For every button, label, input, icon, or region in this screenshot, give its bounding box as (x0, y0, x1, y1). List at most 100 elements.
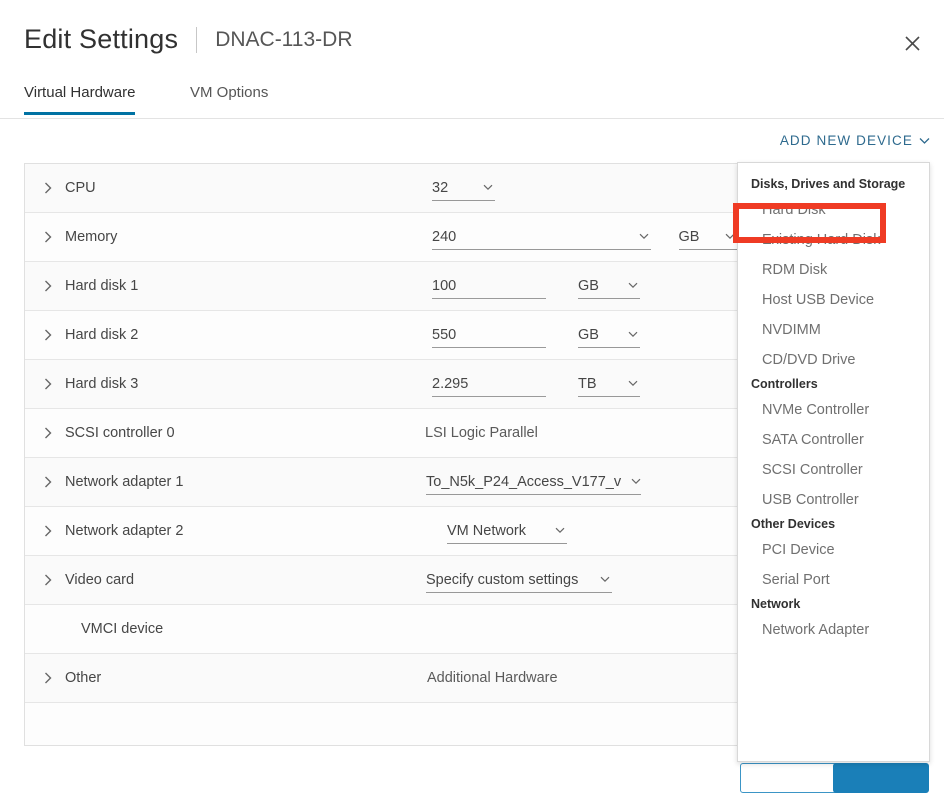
add-new-device-label: ADD NEW DEVICE (779, 133, 913, 148)
chevron-down-icon (483, 184, 493, 191)
menu-group-header-other-devices: Other Devices (751, 517, 836, 531)
row-controls: Specify custom settings (405, 556, 737, 604)
expand-chevron-icon[interactable] (42, 280, 54, 292)
tab-vm-options[interactable]: VM Options (190, 84, 268, 112)
add-new-device-menu: Disks, Drives and Storage Hard Disk Exis… (737, 162, 930, 762)
cancel-button[interactable] (740, 763, 840, 793)
menu-item-nvme-controller[interactable]: NVMe Controller (738, 395, 929, 425)
menu-item-existing-hard-disk[interactable]: Existing Hard Disk (738, 225, 929, 255)
chevron-down-icon (919, 133, 930, 148)
row-label-hard-disk-2: Hard disk 2 (65, 327, 139, 343)
table-row[interactable]: Network adapter 2 VM Network (25, 507, 737, 556)
other-value: Additional Hardware (427, 670, 558, 686)
network-adapter-1-select[interactable]: To_N5k_P24_Access_V177_v (426, 470, 641, 495)
row-controls: VM Network (405, 507, 737, 555)
hard-disk-1-unit-select[interactable]: GB (578, 274, 640, 299)
menu-item-network-adapter[interactable]: Network Adapter (738, 615, 929, 645)
cpu-value: 32 (432, 179, 449, 196)
hard-disk-2-unit-value: GB (578, 326, 599, 343)
row-controls: 2.295 TB (405, 360, 737, 408)
expand-chevron-icon[interactable] (42, 427, 54, 439)
menu-item-sata-controller[interactable]: SATA Controller (738, 425, 929, 455)
add-new-device-button[interactable]: ADD NEW DEVICE (780, 133, 930, 148)
chevron-down-icon (555, 527, 565, 534)
vm-name-label: DNAC-113-DR (215, 27, 353, 51)
table-row[interactable]: Network adapter 1 To_N5k_P24_Access_V177… (25, 458, 737, 507)
row-label-network-adapter-1: Network adapter 1 (65, 474, 184, 490)
expand-chevron-icon[interactable] (42, 378, 54, 390)
row-label-hard-disk-3: Hard disk 3 (65, 376, 139, 392)
ok-button[interactable] (833, 763, 929, 793)
dialog-header: Edit Settings DNAC-113-DR (0, 0, 944, 78)
expand-chevron-icon[interactable] (42, 231, 54, 243)
scsi-controller-0-value: LSI Logic Parallel (425, 425, 538, 441)
menu-item-pci-device[interactable]: PCI Device (738, 535, 929, 565)
virtual-hardware-table: CPU 32 Memory 240 GB Hard disk 1 100 GB … (24, 163, 738, 746)
tab-bar: Virtual Hardware VM Options (0, 84, 944, 119)
table-row[interactable]: CPU 32 (25, 164, 737, 213)
row-controls: Additional Hardware (405, 654, 737, 702)
row-controls: To_N5k_P24_Access_V177_v (405, 458, 737, 506)
network-adapter-1-value: To_N5k_P24_Access_V177_v (426, 473, 622, 490)
hard-disk-1-size-input[interactable]: 100 (432, 274, 546, 299)
chevron-down-icon (639, 233, 649, 240)
video-card-value: Specify custom settings (426, 571, 579, 588)
table-row[interactable]: Other Additional Hardware (25, 654, 737, 703)
menu-group-header-disks: Disks, Drives and Storage (751, 177, 906, 191)
memory-value: 240 (432, 228, 457, 245)
row-label-network-adapter-2: Network adapter 2 (65, 523, 184, 539)
table-row[interactable]: Memory 240 GB (25, 213, 737, 262)
row-controls: 240 GB (405, 213, 737, 261)
tab-virtual-hardware[interactable]: Virtual Hardware (24, 84, 136, 115)
title-divider (196, 26, 198, 53)
hard-disk-3-size-value: 2.295 (432, 375, 469, 392)
chevron-down-icon (628, 282, 638, 289)
hard-disk-3-unit-select[interactable]: TB (578, 372, 640, 397)
expand-chevron-icon[interactable] (42, 525, 54, 537)
expand-chevron-icon[interactable] (42, 182, 54, 194)
network-adapter-2-value: VM Network (447, 522, 526, 539)
menu-group-header-network: Network (751, 597, 801, 611)
row-label-memory: Memory (65, 229, 118, 245)
menu-item-hard-disk[interactable]: Hard Disk (738, 195, 929, 225)
menu-item-cd-dvd-drive[interactable]: CD/DVD Drive (738, 345, 929, 375)
title-row: Edit Settings DNAC-113-DR (24, 24, 353, 55)
table-row[interactable]: SCSI controller 0 LSI Logic Parallel (25, 409, 737, 458)
row-label-scsi-controller-0: SCSI controller 0 (65, 425, 175, 441)
cpu-select[interactable]: 32 (432, 176, 495, 201)
table-row-empty (25, 703, 737, 745)
expand-chevron-icon[interactable] (42, 476, 54, 488)
menu-item-scsi-controller[interactable]: SCSI Controller (738, 455, 929, 485)
expand-chevron-icon[interactable] (42, 574, 54, 586)
memory-unit-select[interactable]: GB (678, 225, 737, 250)
menu-item-usb-controller[interactable]: USB Controller (738, 485, 929, 515)
table-row[interactable]: Hard disk 2 550 GB (25, 311, 737, 360)
menu-item-host-usb-device[interactable]: Host USB Device (738, 285, 929, 315)
expand-chevron-icon[interactable] (42, 329, 54, 341)
chevron-down-icon (600, 576, 610, 583)
table-row[interactable]: Hard disk 3 2.295 TB (25, 360, 737, 409)
expand-chevron-icon[interactable] (42, 672, 54, 684)
row-controls: 550 GB (405, 311, 737, 359)
table-row: VMCI device (25, 605, 737, 654)
hard-disk-1-unit-value: GB (578, 277, 599, 294)
table-row[interactable]: Hard disk 1 100 GB (25, 262, 737, 311)
row-controls: 100 GB (405, 262, 737, 310)
row-label-cpu: CPU (65, 180, 96, 196)
hard-disk-2-size-input[interactable]: 550 (432, 323, 546, 348)
video-card-select[interactable]: Specify custom settings (426, 568, 612, 593)
row-label-video-card: Video card (65, 572, 135, 588)
menu-item-serial-port[interactable]: Serial Port (738, 565, 929, 595)
menu-item-rdm-disk[interactable]: RDM Disk (738, 255, 929, 285)
menu-item-nvdimm[interactable]: NVDIMM (738, 315, 929, 345)
hard-disk-3-size-input[interactable]: 2.295 (432, 372, 546, 397)
network-adapter-2-select[interactable]: VM Network (447, 519, 567, 544)
row-label-vmci-device: VMCI device (81, 621, 164, 637)
close-icon[interactable] (896, 27, 928, 59)
table-row[interactable]: Video card Specify custom settings (25, 556, 737, 605)
hard-disk-1-size-value: 100 (432, 277, 457, 294)
row-controls: LSI Logic Parallel (405, 409, 737, 457)
memory-input[interactable]: 240 (432, 225, 651, 250)
chevron-down-icon (725, 233, 735, 240)
hard-disk-2-unit-select[interactable]: GB (578, 323, 640, 348)
